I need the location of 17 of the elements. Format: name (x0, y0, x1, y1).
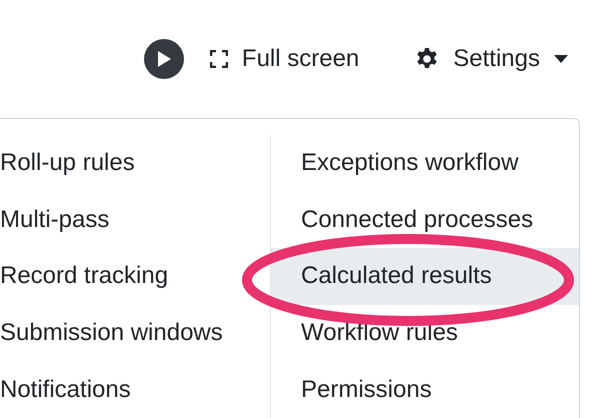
caret-icon (554, 55, 568, 63)
menu-item[interactable]: Exceptions workflow (271, 135, 579, 192)
menu-item[interactable]: Workflow rules (271, 304, 579, 362)
menu-item[interactable]: Notifications (0, 361, 270, 418)
play-button[interactable] (144, 39, 184, 79)
menu-item[interactable]: Permissions (271, 361, 579, 418)
menu-item[interactable]: Calculated results (271, 248, 579, 305)
fullscreen-icon (210, 50, 228, 68)
settings-button[interactable]: Settings (415, 45, 568, 73)
menu-item[interactable]: Submission windows (0, 304, 270, 362)
gear-icon (415, 47, 440, 71)
menu-item[interactable]: Roll-up rules (0, 135, 270, 192)
menu-item[interactable]: Connected processes (271, 192, 579, 248)
fullscreen-button[interactable]: Full screen (210, 45, 360, 73)
play-icon (156, 50, 172, 68)
menu-item[interactable]: Record tracking (0, 248, 270, 305)
menu-item[interactable]: Multi-pass (0, 192, 270, 248)
